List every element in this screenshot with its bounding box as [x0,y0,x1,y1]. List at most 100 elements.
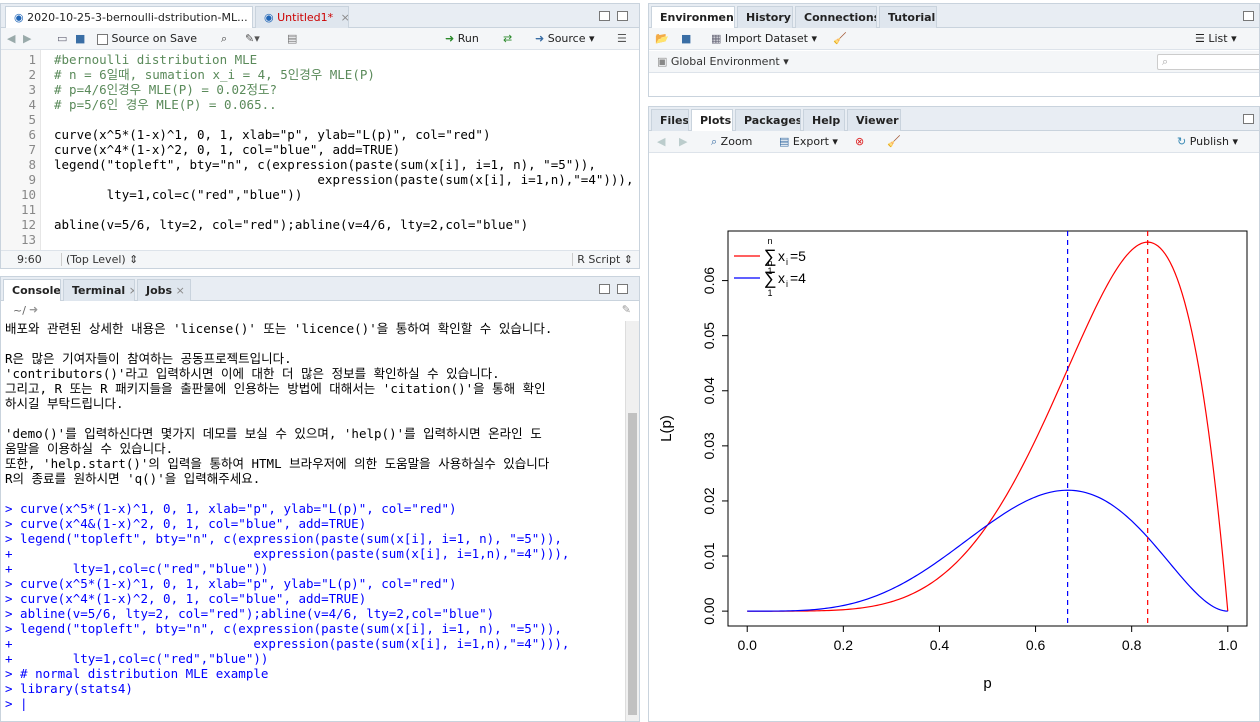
console-input-line: + expression(paste(sum(x[i], i=1,n),"=4"… [5,636,570,651]
code-line[interactable]: # p=4/6인경우 MLE(P) = 0.02정도? [54,82,277,97]
tab-bernoulli-script[interactable]: ◉ 2020-10-25-3-bernoulli-dstribution-ML.… [5,6,253,29]
show-in-window-icon[interactable]: ▭ [57,31,67,47]
minimize-icon[interactable] [1243,11,1254,21]
tab-packages[interactable]: Packages [735,109,801,131]
legend-sum-lower: 1 [767,288,772,298]
y-tick-label: 0.06 [701,267,717,294]
global-environment-selector[interactable]: ▣ Global Environment ▾ [657,55,789,68]
minimize-icon[interactable] [599,284,610,294]
publish-icon: ↻ [1177,135,1187,148]
tab-console[interactable]: Console [3,279,61,302]
code-line[interactable]: curve(x^4*(1-x)^2, 0, 1, col="blue", add… [54,142,400,157]
filetype-selector[interactable]: R Script ⇕ [572,253,633,266]
goto-directory-icon[interactable]: ➜ [29,303,38,316]
x-tick-label: 0.0 [737,637,757,653]
tab-terminal[interactable]: Terminal × [63,279,135,301]
code-line[interactable]: curve(x^5*(1-x)^1, 0, 1, xlab="p", ylab=… [54,127,491,142]
minimize-icon[interactable] [1243,114,1254,124]
tab-label: Terminal [72,284,126,297]
code-line[interactable]: # n = 6일때, sumation x_i = 4, 5인경우 MLE(P) [54,67,375,82]
legend-term: x [778,248,785,264]
code-line[interactable]: #bernoulli distribution MLE [54,52,257,67]
environment-search-input[interactable]: ⌕ [1157,54,1259,70]
tab-files[interactable]: Files [651,109,689,131]
maximize-icon[interactable] [617,11,628,21]
source-on-save-checkbox[interactable]: Source on Save [97,31,197,47]
y-tick-label: 0.04 [701,377,717,404]
source-arrow-icon: ➜ [535,32,545,45]
close-icon[interactable]: × [341,11,348,24]
tab-plots[interactable]: Plots [691,109,733,132]
tab-label: Viewer [856,114,899,127]
code-tools-wand-icon[interactable]: ✎▾ [245,31,260,47]
search-icon[interactable]: ⌕ [221,31,227,47]
import-dataset-label: Import Dataset [724,32,808,45]
tab-history[interactable]: History [737,6,793,28]
legend-value: =5 [790,248,806,264]
code-line[interactable]: # p=5/6인 경우 MLE(P) = 0.065.. [54,97,277,112]
chevron-down-icon: ▾ [811,32,818,45]
global-env-label: Global Environment [670,55,780,68]
tab-label: Connections [804,11,877,24]
environment-toolbar: 📂 ■ ▦ Import Dataset ▾ 🧹 ☰ List ▾ [649,28,1259,50]
tab-tutorial[interactable]: Tutorial [879,6,937,28]
run-button[interactable]: ➜ Run [445,31,479,47]
back-arrow-icon[interactable]: ◀ [657,134,665,150]
code-editor[interactable]: 1 2 3 4 5 6 7 8 9 10 11 12 13 #bernoulli distribution… [1,50,639,250]
save-icon[interactable]: ■ [681,31,691,47]
tab-label: 2020-10-25-3-bernoulli-dstribution-ML... [27,11,248,24]
rerun-icon[interactable]: ⇄ [503,31,512,47]
r-file-icon: ◉ [264,11,274,24]
line-number-gutter: 1 2 3 4 5 6 7 8 9 10 11 12 13 [1,50,41,250]
chevron-down-icon: ▾ [1231,32,1237,45]
publish-button[interactable]: ↻ Publish ▾ [1177,134,1238,150]
console-output-line: R의 종료를 원하시면 'q()'을 입력해주세요. [5,471,261,486]
zoom-button[interactable]: ⌕ Zoom [711,134,752,150]
close-icon[interactable]: × [129,284,134,297]
import-dataset-button[interactable]: ▦ Import Dataset ▾ [711,31,817,47]
tab-viewer[interactable]: Viewer [847,109,901,131]
tab-connections[interactable]: Connections [795,6,877,28]
console-pane: Console Terminal × Jobs × ~/ ➜ ✎ 배포와 관련된… [0,276,640,722]
clear-console-icon[interactable]: ✎ [622,303,631,316]
compile-report-icon[interactable]: ▤ [287,31,297,47]
broom-icon[interactable]: 🧹 [887,134,901,150]
tab-jobs[interactable]: Jobs × [137,279,191,301]
tab-untitled1[interactable]: ◉ Untitled1* × [255,6,349,28]
scrollbar-thumb[interactable] [628,413,637,715]
console-output[interactable]: 배포와 관련된 상세한 내용은 'license()' 또는 'licence(… [5,321,623,721]
outline-icon[interactable]: ☰ [617,31,627,47]
console-input-line: + lty=1,col=c("red","blue")) [5,651,269,666]
forward-arrow-icon[interactable]: ▶ [679,134,687,150]
export-button[interactable]: ▤ Export ▾ [779,134,838,150]
likelihood-plot: 0.0 0.2 0.4 0.6 0.8 1.0 0.00 0.01 0.02 0.03 0.04 0.… [658,230,1248,692]
code-line[interactable]: expression(paste(sum(x[i], i=1,n),"=4"))… [54,172,633,187]
console-output-line: R은 많은 기여자들이 참여하는 공동프로젝트입니다. [5,351,292,366]
minimize-icon[interactable] [599,11,610,21]
list-view-button[interactable]: ☰ List ▾ [1195,31,1237,47]
console-input-line: > abline(v=5/6, lty=2, col="red");abline… [5,606,495,621]
line-number: 6 [28,127,36,142]
remove-plot-icon[interactable]: ⊗ [855,134,864,150]
broom-icon[interactable]: 🧹 [833,31,847,47]
maximize-icon[interactable] [617,284,628,294]
console-input-line: > | [5,696,28,711]
r-file-icon: ◉ [14,11,24,24]
close-icon[interactable]: × [176,284,185,297]
load-workspace-icon[interactable]: 📂 [655,31,669,47]
chevron-down-icon: ▾ [1232,135,1238,148]
source-button[interactable]: ➜ Source ▾ [535,31,595,47]
forward-arrow-icon[interactable]: ▶ [23,31,31,47]
scope-selector[interactable]: (Top Level) ⇕ [61,253,138,266]
code-line[interactable]: abline(v=5/6, lty=2, col="red");abline(v… [54,217,528,232]
code-line[interactable]: legend("topleft", bty="n", c(expression(… [54,157,596,172]
x-tick-label: 1.0 [1218,637,1238,653]
filetype-label: R Script [577,253,621,266]
back-arrow-icon[interactable]: ◀ [7,31,15,47]
code-line[interactable]: lty=1,col=c("red","blue")) [54,187,303,202]
console-scrollbar[interactable] [625,321,639,721]
tab-help[interactable]: Help [803,109,845,131]
tab-environment[interactable]: Environment [651,6,735,29]
x-tick-label: 0.4 [930,637,950,653]
save-icon[interactable]: ■ [75,31,85,47]
